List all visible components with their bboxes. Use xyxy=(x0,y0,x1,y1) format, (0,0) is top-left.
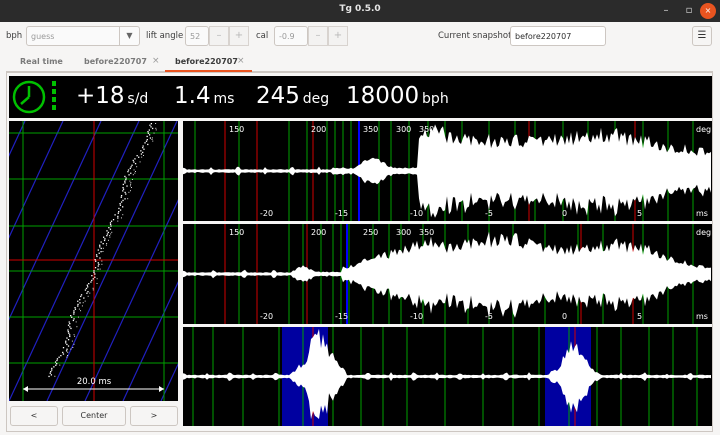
ms-tick-label: -5 xyxy=(485,312,493,321)
cal-plus-button[interactable]: + xyxy=(328,26,348,46)
toolbar: bph guess ▼ lift angle 52 – + cal -0.9 –… xyxy=(0,22,720,50)
bph-readout-value: 18000 xyxy=(346,83,420,109)
snapshot-label: Current snapshot: xyxy=(438,31,515,41)
paper-center-button[interactable]: Center xyxy=(62,406,126,426)
toc-waveform-display: 150 200 250 300 350 deg -20 -15 -10 -5 0… xyxy=(183,224,712,324)
tab-label: Real time xyxy=(20,57,63,66)
ms-tick-label: -15 xyxy=(335,312,348,321)
deg-tick-label: 150 xyxy=(229,228,244,237)
readout-bar: +18 s/d 1.4 ms 245 deg 18000 bph xyxy=(9,76,712,118)
deg-tick-label: 200 xyxy=(311,125,326,134)
minimize-button[interactable]: – xyxy=(658,3,674,19)
lift-angle-input[interactable]: 52 xyxy=(185,26,209,46)
cal-minus-button[interactable]: – xyxy=(308,26,328,46)
bph-combo[interactable]: guess ▼ xyxy=(26,26,140,46)
tab-snapshot-1[interactable]: before220707 × xyxy=(84,52,160,72)
ms-tick-label: 5 xyxy=(637,312,642,321)
tab-close-icon[interactable]: × xyxy=(152,56,160,66)
ms-tick-label: -10 xyxy=(410,312,423,321)
beat-error-readout: 1.4 ms xyxy=(174,83,234,109)
rate-value: +18 xyxy=(76,83,125,109)
tab-close-icon[interactable]: × xyxy=(237,56,245,66)
amplitude-readout: 245 deg xyxy=(256,83,329,109)
rate-readout: +18 s/d xyxy=(76,83,148,109)
rate-unit: s/d xyxy=(127,91,149,107)
amplitude-unit: deg xyxy=(302,91,330,107)
ms-tick-label: -20 xyxy=(260,209,273,218)
beat-error-value: 1.4 xyxy=(174,83,211,109)
paper-next-button[interactable]: > xyxy=(130,406,178,426)
lift-angle-plus-button[interactable]: + xyxy=(229,26,249,46)
app-window: Tg 0.5.0 – ▫ × bph guess ▼ lift angle 52… xyxy=(0,0,720,435)
snapshot-tabs: Real time before220707 × before220707 × xyxy=(6,52,713,72)
lift-angle-label: lift angle xyxy=(146,31,184,41)
deg-tick-label: 350 xyxy=(419,125,434,134)
hamburger-icon: ☰ xyxy=(697,30,707,41)
paper-strip-canvas: 20.0 ms xyxy=(0,120,558,402)
deg-tick-label: 200 xyxy=(311,228,326,237)
paper-strip[interactable]: 20.0 ms xyxy=(0,120,558,402)
snapshot-name-input[interactable]: before220707 xyxy=(510,26,606,46)
amplitude-value: 245 xyxy=(256,83,300,109)
ms-tick-label: -15 xyxy=(335,209,348,218)
restore-button[interactable]: ▫ xyxy=(681,3,697,19)
tic-waveform-display: 150 200 350 300 350 deg -20 -15 -10 -5 0… xyxy=(183,121,712,221)
ms-tick-label: 0 xyxy=(562,312,567,321)
ms-tick-label: 0 xyxy=(562,209,567,218)
beat-error-unit: ms xyxy=(213,91,235,107)
lift-angle-minus-button[interactable]: – xyxy=(209,26,229,46)
period-waveform-display xyxy=(183,327,712,426)
tab-real-time[interactable]: Real time xyxy=(20,52,63,72)
menu-button[interactable]: ☰ xyxy=(692,26,712,46)
tab-snapshot-2[interactable]: before220707 × xyxy=(165,52,252,72)
paper-scale-label: 20.0 ms xyxy=(77,377,112,387)
deg-unit-label: deg xyxy=(696,228,711,237)
status-clock-icon xyxy=(12,80,56,114)
window-title: Tg 0.5.0 xyxy=(339,4,381,14)
ms-tick-label: -20 xyxy=(260,312,273,321)
ms-tick-label: 5 xyxy=(637,209,642,218)
bph-combo-value: guess xyxy=(31,32,55,41)
bph-readout: 18000 bph xyxy=(346,83,449,109)
close-window-button[interactable]: × xyxy=(700,3,716,19)
ms-unit-label: ms xyxy=(696,209,708,218)
cal-input[interactable]: -0.9 xyxy=(274,26,308,46)
deg-tick-label: 300 xyxy=(396,125,411,134)
deg-tick-label: 300 xyxy=(396,228,411,237)
deg-tick-label: 250 xyxy=(363,228,378,237)
ms-tick-label: -5 xyxy=(485,209,493,218)
bph-readout-unit: bph xyxy=(422,91,449,107)
deg-tick-label: 150 xyxy=(229,125,244,134)
toc-waveform-canvas: 150 200 250 300 350 deg -20 -15 -10 -5 0… xyxy=(183,224,711,324)
tic-waveform-canvas: 150 200 350 300 350 deg -20 -15 -10 -5 0… xyxy=(183,121,711,221)
deg-tick-label: 350 xyxy=(419,228,434,237)
ms-unit-label: ms xyxy=(696,312,708,321)
chevron-down-icon[interactable]: ▼ xyxy=(119,27,139,45)
cal-label: cal xyxy=(256,31,269,41)
tab-label: before220707 xyxy=(84,57,147,66)
title-bar: Tg 0.5.0 – ▫ × xyxy=(0,0,720,22)
paper-prev-button[interactable]: < xyxy=(10,406,58,426)
tab-label: before220707 xyxy=(175,57,238,66)
deg-tick-label: 350 xyxy=(363,125,378,134)
deg-unit-label: deg xyxy=(696,125,711,134)
ms-tick-label: -10 xyxy=(410,209,423,218)
bph-label: bph xyxy=(6,31,23,41)
period-waveform-canvas xyxy=(183,327,711,426)
